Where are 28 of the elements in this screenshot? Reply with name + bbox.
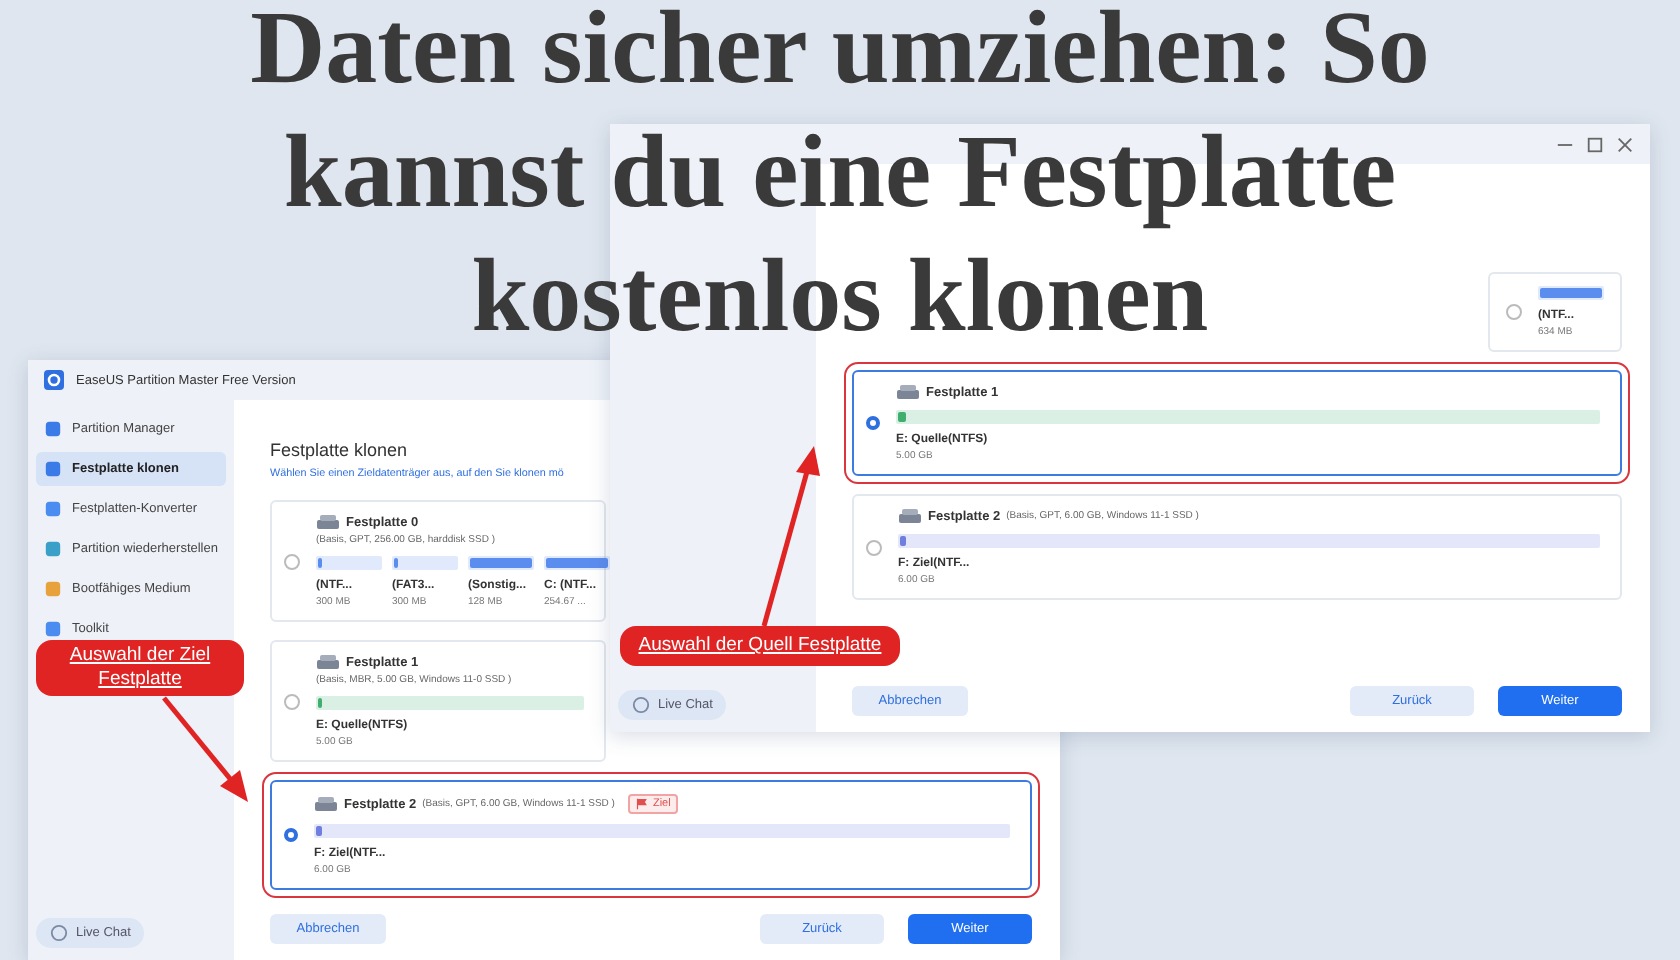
- callout-label: Auswahl der Quell Festplatte: [620, 626, 900, 666]
- radio-button[interactable]: [284, 553, 300, 569]
- close-icon[interactable]: [1616, 135, 1634, 153]
- radio-button[interactable]: [1506, 304, 1522, 320]
- radio-button[interactable]: [284, 693, 300, 709]
- flag-icon: [636, 798, 649, 810]
- radio-button[interactable]: [866, 539, 882, 555]
- chat-icon: [50, 924, 68, 942]
- radio-button[interactable]: [866, 416, 880, 430]
- drive-icon: [898, 508, 922, 524]
- page-heading: Festplatte klonen: [270, 440, 408, 460]
- drive-icon: [316, 514, 340, 530]
- headline: Daten sicher umziehen: So kannst du eine Festplatte kostenlos klonen: [248, 0, 1432, 358]
- tile-icon: [44, 460, 62, 478]
- tile-icon: [44, 540, 62, 558]
- tile-icon: [44, 620, 62, 638]
- chat-icon: [632, 696, 650, 714]
- drive-icon: [314, 796, 338, 812]
- tile-icon: [44, 500, 62, 518]
- arrow: [162, 696, 248, 802]
- drive-icon: [896, 384, 920, 400]
- tile-icon: [44, 420, 62, 438]
- drive-icon: [316, 654, 340, 670]
- radio-button[interactable]: [284, 828, 298, 842]
- maximize-icon[interactable]: [1586, 135, 1604, 153]
- tile-icon: [44, 580, 62, 598]
- callout-label: Auswahl der Ziel Festplatte: [36, 640, 244, 696]
- app-logo-icon: [44, 370, 64, 390]
